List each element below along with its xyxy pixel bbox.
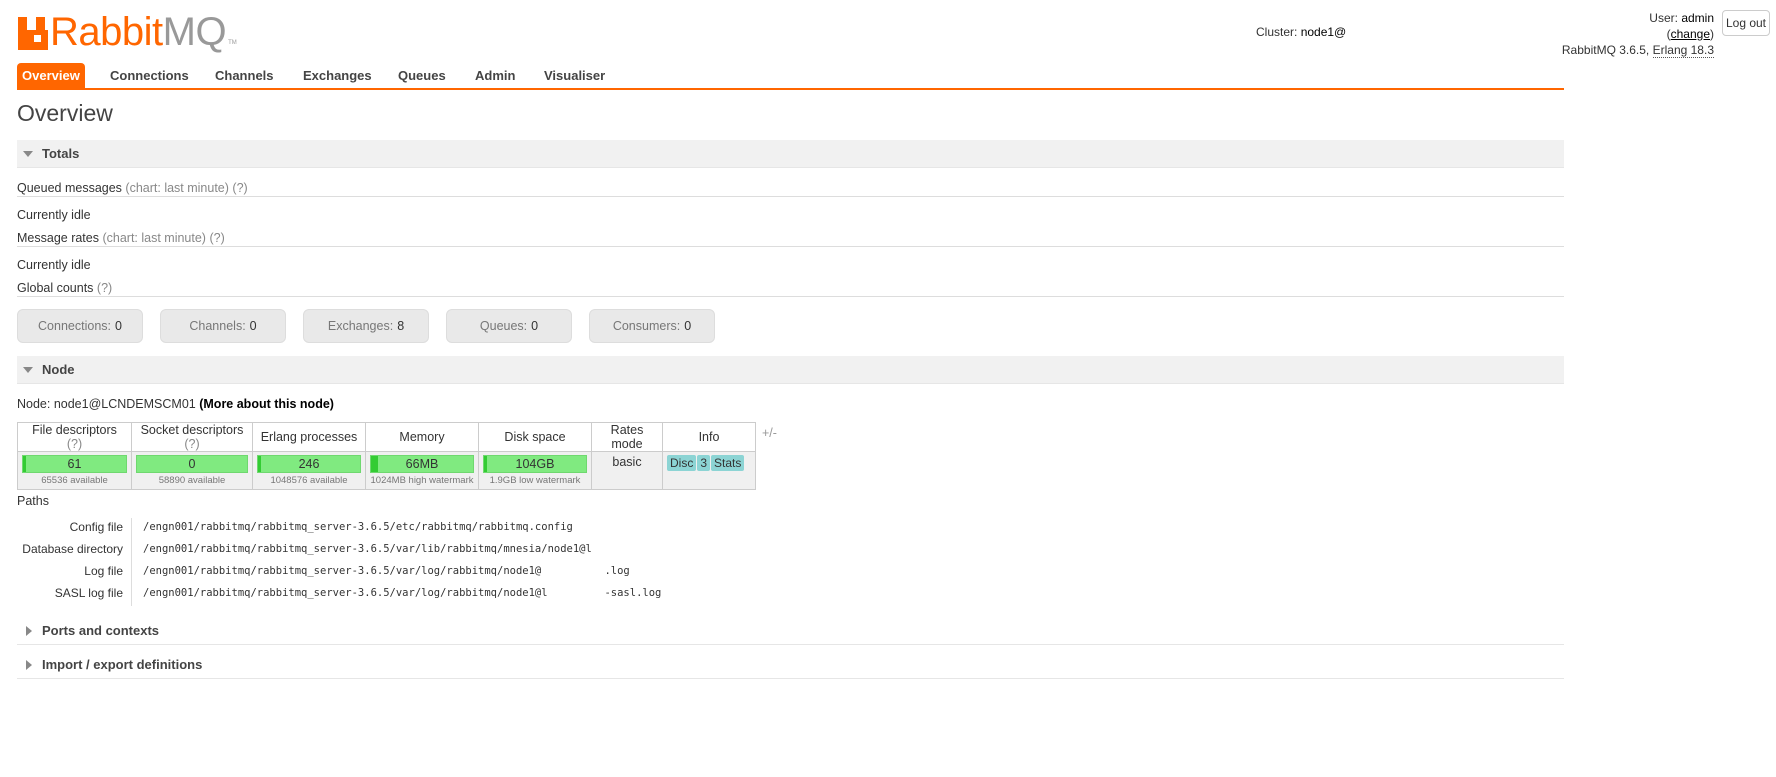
version-text: RabbitMQ 3.6.5,: [1561, 43, 1650, 57]
col-erlang-processes: Erlang processes: [252, 422, 366, 452]
rabbitmq-logo-icon: [18, 17, 48, 50]
divider: [17, 196, 1564, 197]
totals-section-toggle[interactable]: Totals: [17, 140, 1564, 168]
more-about-node-link[interactable]: (More about this node): [199, 397, 334, 411]
fd-bar: 61: [22, 455, 127, 473]
logout-button[interactable]: Log out: [1722, 10, 1770, 36]
logo-trademark: TM: [228, 40, 237, 46]
path-row-log: Log file /engn001/rabbitmq/rabbitmq_serv…: [84, 564, 630, 578]
tab-visualiser[interactable]: Visualiser: [544, 63, 605, 88]
rates-chart-link[interactable]: (chart: last minute): [102, 231, 206, 245]
channels-count-button[interactable]: Channels: 0: [160, 309, 286, 343]
ep-bar: 246: [257, 455, 361, 473]
tab-admin[interactable]: Admin: [475, 63, 515, 88]
user-info: User: admin (change) RabbitMQ 3.6.5, Erl…: [1561, 11, 1714, 58]
paths-heading: Paths: [17, 494, 49, 508]
consumers-count-button[interactable]: Consumers: 0: [589, 309, 715, 343]
erlang-version[interactable]: Erlang 18.3: [1652, 43, 1714, 58]
cluster-info: Cluster: node1@: [1256, 25, 1347, 39]
sd-bar: 0: [136, 455, 248, 473]
help-link[interactable]: (?): [209, 231, 224, 245]
global-counts-label: Global counts (?): [17, 281, 113, 295]
message-rates-label: Message rates (chart: last minute) (?): [17, 231, 225, 245]
divider: [17, 246, 1564, 247]
connections-count-button[interactable]: Connections: 0: [17, 309, 143, 343]
table-row: 61 65536 available 0 58890 available 246…: [17, 451, 756, 490]
exchanges-count-button[interactable]: Exchanges: 8: [303, 309, 429, 343]
node-section-toggle[interactable]: Node: [17, 356, 1564, 384]
col-file-descriptors: File descriptors (?): [17, 422, 132, 452]
queued-status: Currently idle: [17, 208, 91, 222]
help-link[interactable]: (?): [97, 281, 112, 295]
divider: [17, 296, 1564, 297]
tab-channels[interactable]: Channels: [215, 63, 274, 88]
help-link[interactable]: (?): [67, 437, 82, 451]
memory-cell: 66MB 1024MB high watermark: [365, 451, 479, 490]
col-disk-space: Disk space: [478, 422, 592, 452]
tab-exchanges[interactable]: Exchanges: [303, 63, 372, 88]
expand-triangle-icon: [26, 659, 32, 670]
disk-bar: 104GB: [483, 455, 587, 473]
node-name: Node: node1@LCNDEMSCM01 (More about this…: [17, 397, 334, 411]
collapse-triangle-icon: [23, 366, 33, 373]
rates-mode-cell: basic: [591, 451, 663, 490]
help-link[interactable]: (?): [232, 181, 247, 195]
header-info: Cluster: node1@ User: admin (change) Rab…: [1256, 10, 1776, 60]
rabbitmq-logo[interactable]: RabbitMQ TM: [18, 10, 237, 54]
column-toggle-button[interactable]: +/-: [762, 426, 777, 440]
ep-cell: 246 1048576 available: [252, 451, 366, 490]
path-row-config: Config file /engn001/rabbitmq/rabbitmq_s…: [69, 520, 573, 534]
import-export-section-toggle[interactable]: Import / export definitions: [17, 651, 1564, 679]
tab-queues[interactable]: Queues: [398, 63, 446, 88]
main-nav-tabs: Overview Connections Channels Exchanges …: [17, 63, 1564, 90]
queued-messages-label: Queued messages (chart: last minute) (?): [17, 181, 248, 195]
tab-connections[interactable]: Connections: [110, 63, 189, 88]
sd-cell: 0 58890 available: [131, 451, 253, 490]
info-badge-disc: Disc: [667, 455, 697, 471]
collapse-triangle-icon: [23, 150, 33, 157]
col-info: Info: [662, 422, 756, 452]
user-name: admin: [1681, 11, 1714, 25]
col-socket-descriptors: Socket descriptors (?): [131, 422, 253, 452]
rates-status: Currently idle: [17, 258, 91, 272]
cluster-name: node1@: [1300, 25, 1347, 39]
queues-count-button[interactable]: Queues: 0: [446, 309, 572, 343]
info-badge-stats: Stats: [711, 455, 745, 471]
node-stats-table: File descriptors (?) Socket descriptors …: [17, 422, 756, 490]
path-row-database: Database directory /engn001/rabbitmq/rab…: [22, 542, 592, 556]
col-rates-mode: Rates mode: [591, 422, 663, 452]
fd-cell: 61 65536 available: [17, 451, 132, 490]
col-memory: Memory: [365, 422, 479, 452]
path-row-sasl-log: SASL log file /engn001/rabbitmq/rabbitmq…: [54, 586, 662, 600]
tab-overview[interactable]: Overview: [17, 63, 85, 88]
ports-contexts-section-toggle[interactable]: Ports and contexts: [17, 617, 1564, 645]
expand-triangle-icon: [26, 625, 32, 636]
queued-chart-link[interactable]: (chart: last minute): [125, 181, 229, 195]
memory-bar: 66MB: [370, 455, 474, 473]
page-title: Overview: [17, 100, 113, 126]
info-cell: Disc 3 Stats: [662, 451, 756, 490]
logo-text: RabbitMQ: [50, 10, 227, 54]
disk-cell: 104GB 1.9GB low watermark: [478, 451, 592, 490]
change-user-link[interactable]: change: [1671, 27, 1710, 41]
info-badge-count: 3: [697, 455, 711, 471]
help-link[interactable]: (?): [184, 437, 199, 451]
